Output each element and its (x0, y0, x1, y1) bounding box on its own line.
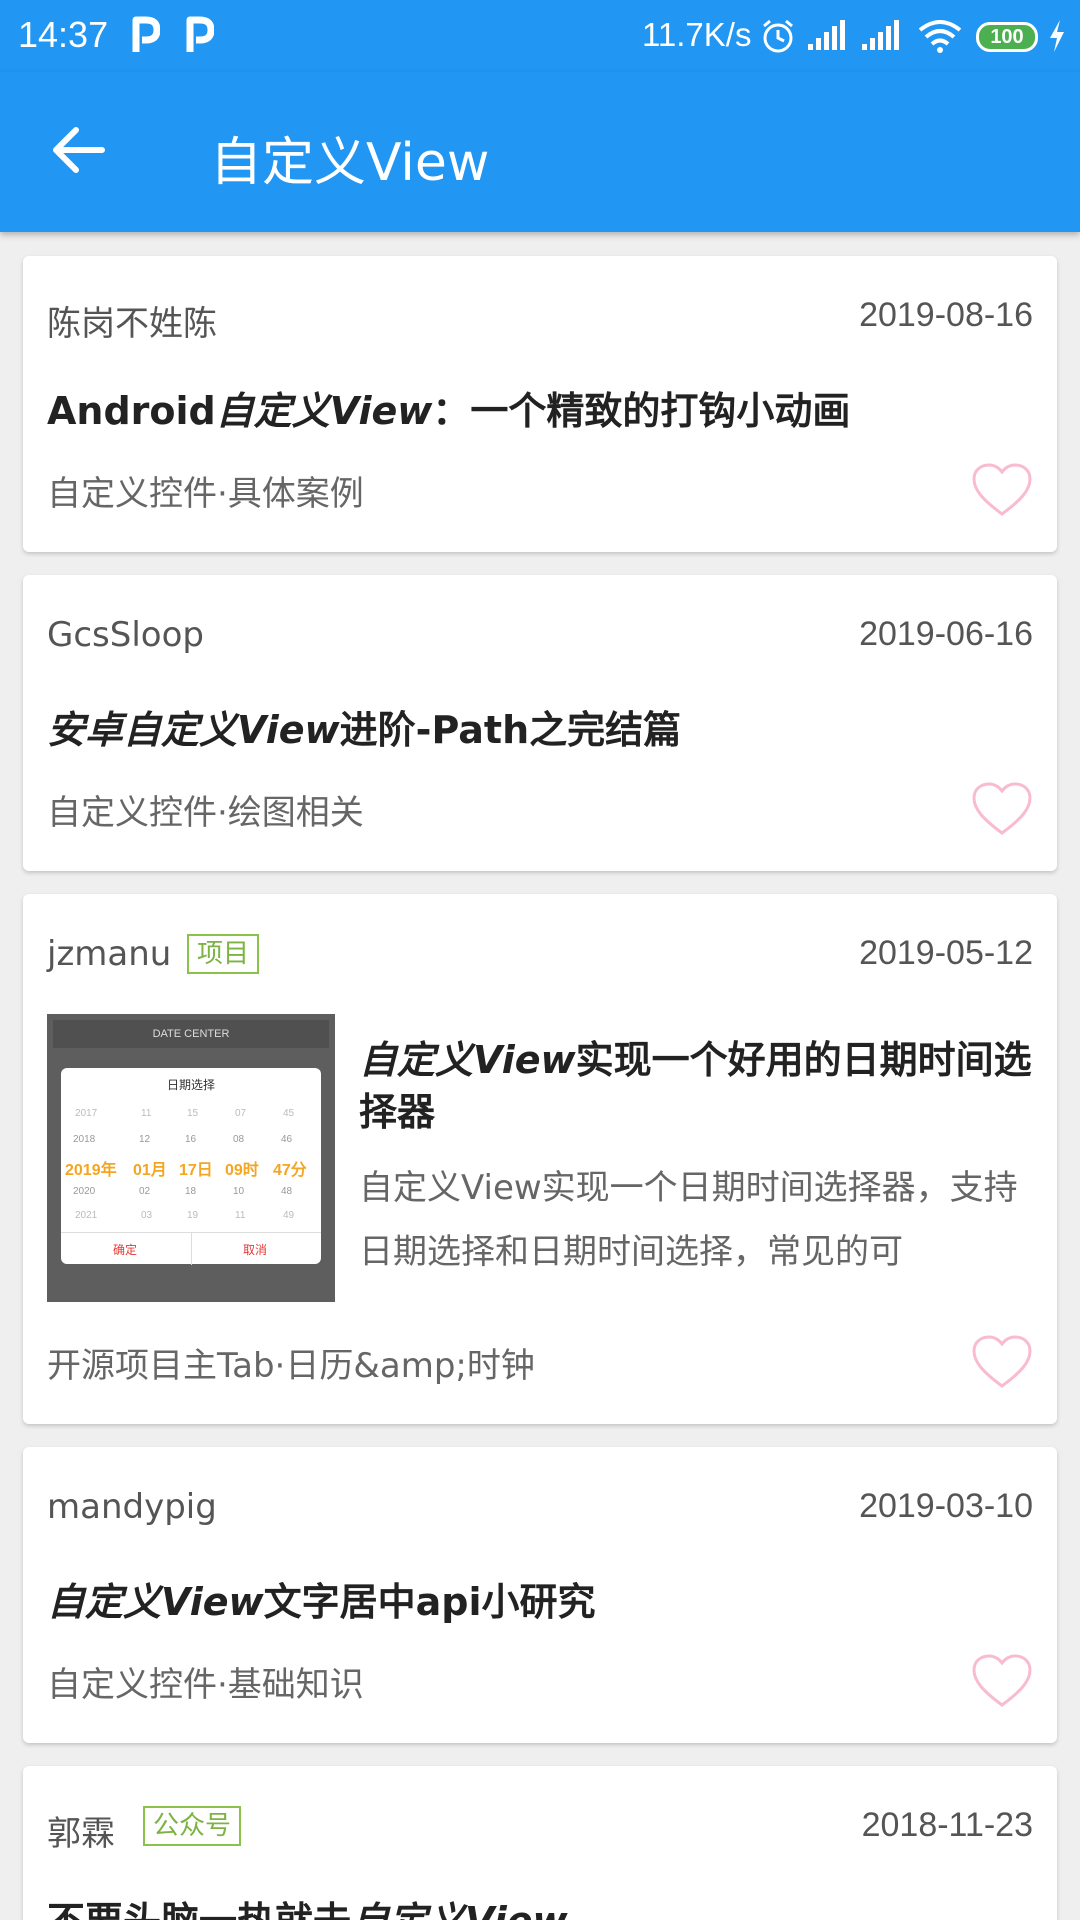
thumbnail-confirm: 确定 (113, 1243, 138, 1257)
article-chapter: 开源项目主Tab·日历&amp;时钟 (47, 1346, 535, 1386)
alarm-icon (763, 19, 793, 53)
article-date: 2019-08-16 (859, 296, 1033, 334)
heart-icon[interactable] (971, 462, 1033, 518)
thumbnail-cancel: 取消 (243, 1243, 268, 1257)
article-chapter: 自定义控件·基础知识 (47, 1665, 364, 1705)
net-speed: 11.7K/s (642, 16, 752, 53)
article-card[interactable]: GcsSloop 2019-06-16 安卓自定义View进阶-Path之完结篇… (23, 575, 1057, 871)
battery-icon: 100 (976, 22, 1038, 52)
article-author: mandypig (47, 1487, 217, 1527)
article-author: GcsSloop (47, 615, 204, 655)
article-author: jzmanu (47, 934, 172, 974)
thumbnail-dialog: 日期选择 2017 11 15 07 45 2018 12 16 08 46 2019年 01月 1… (61, 1068, 321, 1265)
heart-icon[interactable] (971, 781, 1033, 837)
article-title: Android自定义View：一个精致的打钩小动画 (47, 389, 851, 433)
app-bar: 自定义View (0, 72, 1080, 232)
article-date: 2018-11-23 (861, 1806, 1033, 1844)
heart-icon[interactable] (971, 1653, 1033, 1709)
article-author: 陈岗不姓陈 (47, 304, 217, 344)
article-list[interactable]: 陈岗不姓陈 2019-08-16 Android自定义View：一个精致的打钩小… (0, 232, 1080, 1920)
status-time: 14:37 (18, 14, 109, 55)
article-title: 自定义View实现一个好用的日期时间选择器 (359, 1038, 1032, 1134)
notification-p-icon (186, 16, 214, 52)
article-title: 自定义View文字居中api小研究 (47, 1580, 596, 1624)
back-arrow-icon[interactable] (50, 125, 106, 175)
battery-level: 100 (990, 26, 1024, 48)
page-title: 自定义View (210, 133, 490, 193)
heart-icon[interactable] (971, 1334, 1033, 1390)
article-title: 不要头脑一热就去自定义View (47, 1890, 568, 1920)
thumbnail-header: DATE CENTER (53, 1020, 329, 1048)
thumbnail-dialog-buttons: 确定 取消 (61, 1232, 321, 1265)
signal-icon (862, 20, 899, 50)
article-chapter: 自定义控件·具体案例 (47, 474, 364, 514)
thumbnail-dialog-title: 日期选择 (166, 1078, 215, 1092)
article-tag: 项目 (187, 934, 260, 974)
article-description: 自定义View实现一个日期时间选择器，支持日期选择和日期时间选择，常见的可 (359, 1168, 1018, 1272)
status-bar: 14:37 11.7K/s 100 (0, 0, 1080, 72)
article-tag: 公众号 (143, 1806, 242, 1846)
charging-icon (1050, 20, 1064, 52)
article-card[interactable]: jzmanu 项目 2019-05-12 DATE CENTER 日期选择 20… (23, 894, 1057, 1424)
article-date: 2019-03-10 (859, 1487, 1033, 1525)
notification-p-icon (132, 16, 160, 52)
article-card[interactable]: 陈岗不姓陈 2019-08-16 Android自定义View：一个精致的打钩小… (23, 256, 1057, 552)
article-card[interactable]: mandypig 2019-03-10 自定义View文字居中api小研究 自定… (23, 1447, 1057, 1743)
article-chapter: 自定义控件·绘图相关 (47, 793, 364, 833)
article-date: 2019-05-12 (859, 934, 1033, 972)
signal-icon (808, 20, 845, 50)
article-thumbnail[interactable]: DATE CENTER 日期选择 2017 11 15 07 45 2018 12 16 08… (47, 1014, 335, 1302)
wifi-icon (918, 20, 962, 53)
article-date: 2019-06-16 (859, 615, 1033, 653)
article-title: 安卓自定义View进阶-Path之完结篇 (47, 708, 682, 752)
article-author: 郭霖 (47, 1814, 115, 1854)
article-card[interactable]: 郭霖 公众号 2018-11-23 不要头脑一热就去自定义View (23, 1766, 1057, 1920)
